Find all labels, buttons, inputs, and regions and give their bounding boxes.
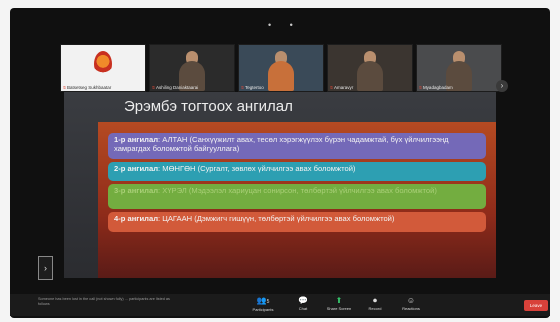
- participants-icon: 👥5: [256, 296, 270, 305]
- reactions-button[interactable]: ☺ Reactions: [394, 296, 428, 311]
- chevron-right-icon[interactable]: ›: [496, 80, 508, 92]
- chat-icon: 💬: [298, 296, 308, 305]
- muted-mic-icon: ⦸: [419, 85, 422, 90]
- notification-text: Someone has been lost in the call (not s…: [38, 297, 170, 306]
- leave-button[interactable]: Leave: [524, 300, 548, 311]
- meeting-toolbar: Someone has been lost in the call (not s…: [10, 294, 550, 316]
- participants-button[interactable]: 👥5 Participants: [246, 296, 280, 312]
- participant-strip: ⦸Batsetseg Sukhbaatar ⦸Ashiling Daniakta…: [60, 44, 502, 92]
- slide-panel: 1-р ангилал: АЛТАН (Санхүүжилт авах, тес…: [98, 122, 496, 278]
- category-1: 1-р ангилал: АЛТАН (Санхүүжилт авах, тес…: [108, 133, 486, 159]
- shared-slide: Эрэмбэ тогтоох ангилал 1-р ангилал: АЛТА…: [64, 92, 496, 278]
- participant-tile[interactable]: ⦸Tegtertoo: [238, 44, 324, 92]
- category-4: 4-р ангилал: ЦАГААН (Дэмжигч гишүүн, төл…: [108, 212, 486, 232]
- slide-title: Эрэмбэ тогтоох ангилал: [124, 98, 293, 115]
- participant-tile[interactable]: ⦸Batsetseg Sukhbaatar: [60, 44, 146, 92]
- record-button[interactable]: ⏺ Record: [358, 296, 392, 311]
- share-screen-button[interactable]: ⬆ Share Screen: [322, 296, 356, 311]
- participant-name: ⦸Ashiling Daniaktaarai: [152, 85, 199, 90]
- category-2: 2-р ангилал: МӨНГӨН (Сургалт, зөвлөх үйл…: [108, 162, 486, 181]
- participant-name: ⦸Amaravyr: [330, 85, 354, 90]
- participant-name: ⦸Myadagbadam: [419, 85, 453, 90]
- muted-mic-icon: ⦸: [330, 85, 333, 90]
- muted-mic-icon: ⦸: [63, 85, 66, 90]
- muted-mic-icon: ⦸: [152, 85, 155, 90]
- category-3: 3-р ангилал: ХҮРЭЛ (Мэдээлэл хариуцан со…: [108, 184, 486, 209]
- participant-name: ⦸Batsetseg Sukhbaatar: [63, 85, 112, 90]
- chat-button[interactable]: 💬 Chat: [286, 296, 320, 311]
- record-icon: ⏺: [373, 296, 377, 305]
- participant-tile[interactable]: ⦸Myadagbadam: [416, 44, 502, 92]
- participant-tile[interactable]: ⦸Ashiling Daniaktaarai: [149, 44, 235, 92]
- participant-name: ⦸Tegtertoo: [241, 85, 264, 90]
- meeting-window: • • ⦸Batsetseg Sukhbaatar ⦸Ashiling Dani…: [10, 8, 550, 318]
- organization-logo: [94, 51, 112, 77]
- reactions-icon: ☺: [406, 296, 416, 305]
- participant-tile[interactable]: ⦸Amaravyr: [327, 44, 413, 92]
- camera-indicator: • •: [268, 20, 301, 30]
- muted-mic-icon: ⦸: [241, 85, 244, 90]
- share-screen-icon: ⬆: [335, 296, 343, 305]
- side-panel-toggle[interactable]: ›: [38, 256, 53, 280]
